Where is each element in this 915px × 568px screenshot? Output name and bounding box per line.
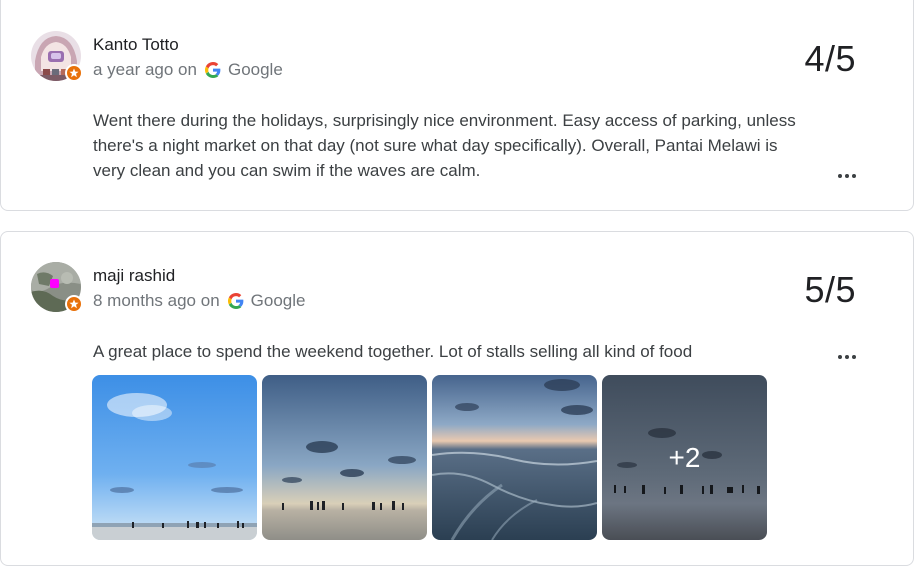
review-meta: 8 months ago on Google bbox=[93, 291, 305, 311]
review-text: A great place to spend the weekend toget… bbox=[93, 342, 693, 361]
reviewer-name[interactable]: Kanto Totto bbox=[93, 35, 179, 55]
dot bbox=[845, 355, 849, 359]
google-logo-icon bbox=[227, 293, 244, 309]
dot bbox=[852, 355, 856, 359]
dot bbox=[845, 174, 849, 178]
more-options-button[interactable] bbox=[833, 349, 861, 365]
review-card: maji rashid 8 months ago on Google 5/5 A… bbox=[0, 231, 914, 566]
review-photo[interactable] bbox=[432, 375, 597, 540]
local-guide-star-icon bbox=[65, 295, 83, 313]
review-card: Kanto Totto a year ago on Google 4/5 Wen… bbox=[0, 0, 914, 211]
review-photo[interactable] bbox=[262, 375, 427, 540]
dot bbox=[852, 174, 856, 178]
reviewer-avatar[interactable] bbox=[31, 31, 83, 82]
review-source: Google bbox=[227, 60, 283, 79]
dot bbox=[838, 355, 842, 359]
review-time: 8 months ago on bbox=[93, 291, 220, 310]
review-time: a year ago on bbox=[93, 60, 197, 79]
review-source: Google bbox=[250, 291, 306, 310]
local-guide-star-icon bbox=[65, 64, 83, 82]
more-options-button[interactable] bbox=[833, 168, 861, 184]
dot bbox=[838, 174, 842, 178]
reviewer-name[interactable]: maji rashid bbox=[93, 266, 175, 286]
review-photo-more[interactable]: +2 bbox=[602, 375, 767, 540]
google-logo-icon bbox=[204, 62, 221, 78]
rating-score: 5/5 bbox=[804, 269, 856, 310]
rating-score: 4/5 bbox=[804, 38, 856, 79]
review-photo[interactable] bbox=[92, 375, 257, 540]
review-meta: a year ago on Google bbox=[93, 60, 283, 80]
more-photos-count: +2 bbox=[668, 441, 701, 473]
review-text: Went there during the holidays, surprisi… bbox=[93, 111, 796, 180]
reviewer-avatar[interactable] bbox=[31, 262, 83, 313]
